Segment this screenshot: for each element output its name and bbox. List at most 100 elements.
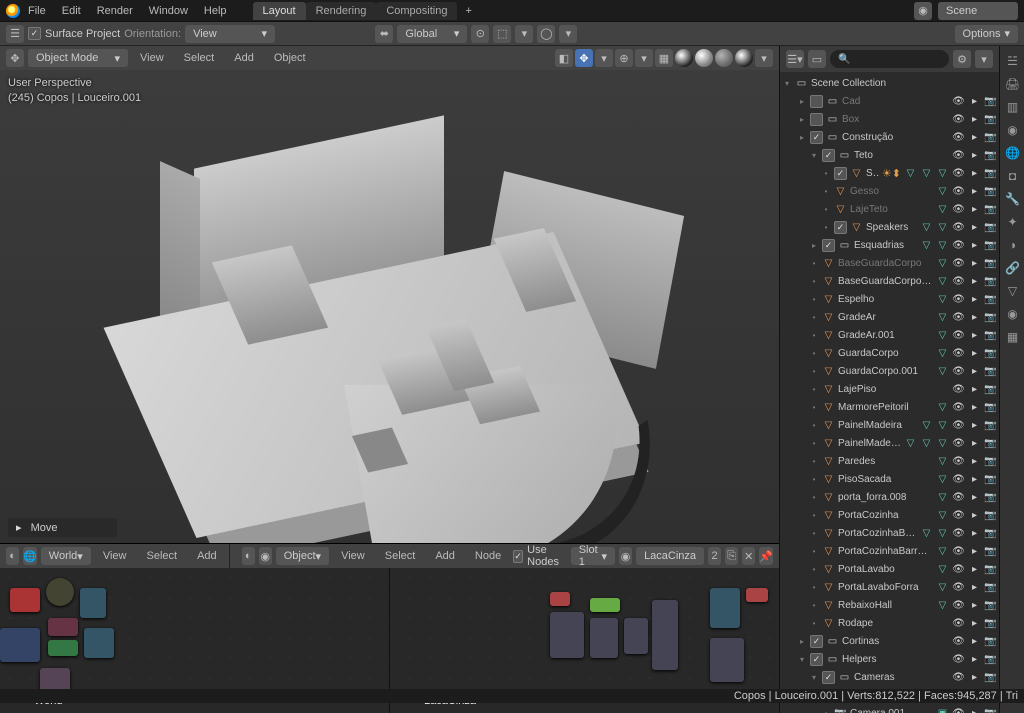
- hide-select-icon[interactable]: ▸: [968, 402, 981, 413]
- prop-tab-output[interactable]: 🖨: [1002, 73, 1023, 94]
- hide-select-icon[interactable]: ▸: [968, 636, 981, 647]
- hide-viewport-icon[interactable]: 👁: [952, 294, 965, 305]
- filter-icon[interactable]: ⚙: [953, 50, 971, 68]
- hide-viewport-icon[interactable]: 👁: [952, 258, 965, 269]
- item-name[interactable]: Teto: [854, 150, 949, 161]
- hide-select-icon[interactable]: ▸: [968, 708, 981, 713]
- disclosure-icon[interactable]: •: [809, 511, 819, 520]
- disclosure-icon[interactable]: •: [821, 223, 831, 232]
- item-name[interactable]: Paredes: [838, 456, 933, 467]
- gizmo-dropdown[interactable]: ▾: [595, 49, 613, 67]
- item-name[interactable]: PortaCozinhaBarreira: [838, 546, 933, 557]
- hide-select-icon[interactable]: ▸: [968, 456, 981, 467]
- hide-render-icon[interactable]: 📷: [984, 132, 997, 143]
- outliner-item[interactable]: • ▽ MarmorePeitoril ▽ 👁 ▸ 📷: [782, 398, 999, 416]
- mode-dropdown[interactable]: Object Mode▾: [28, 49, 128, 67]
- outliner-item[interactable]: ▾ ▭ Helpers 👁 ▸ 📷: [782, 650, 999, 668]
- item-name[interactable]: Espelho: [838, 294, 933, 305]
- hide-render-icon[interactable]: 📷: [984, 402, 997, 413]
- hide-viewport-icon[interactable]: 👁: [952, 150, 965, 161]
- material-icon[interactable]: ▽: [920, 167, 933, 180]
- disclosure-icon[interactable]: ▾: [797, 655, 807, 664]
- hide-render-icon[interactable]: 📷: [984, 348, 997, 359]
- outliner-item[interactable]: • ▽ porta_forra.008 ▽ 👁 ▸ 📷: [782, 488, 999, 506]
- disclosure-icon[interactable]: •: [809, 583, 819, 592]
- hide-select-icon[interactable]: ▸: [968, 618, 981, 629]
- hide-render-icon[interactable]: 📷: [984, 654, 997, 665]
- hide-viewport-icon[interactable]: 👁: [952, 528, 965, 539]
- item-name[interactable]: RebaixoHall: [838, 600, 933, 611]
- material-icon[interactable]: ▽: [936, 527, 949, 540]
- outliner-item[interactable]: ▸ ▭ Cortinas 👁 ▸ 📷: [782, 632, 999, 650]
- outliner-item[interactable]: • ▽ BaseGuardaCorpo ▽ 👁 ▸ 📷: [782, 254, 999, 272]
- display-mode-icon[interactable]: ▭: [808, 50, 826, 68]
- hide-viewport-icon[interactable]: 👁: [952, 276, 965, 287]
- outliner-item[interactable]: • ▽ PortaCozinha ▽ 👁 ▸ 📷: [782, 506, 999, 524]
- world-dropdown[interactable]: World▾: [41, 547, 91, 565]
- outliner-item[interactable]: • ▽ PortaCozinhaBarreira ▽ 👁 ▸ 📷: [782, 542, 999, 560]
- material-icon[interactable]: ▽: [920, 419, 933, 432]
- proportional-edit[interactable]: ◯: [537, 25, 555, 43]
- material-icon[interactable]: ▽: [936, 581, 949, 594]
- hide-render-icon[interactable]: 📷: [984, 420, 997, 431]
- hide-render-icon[interactable]: 📷: [984, 294, 997, 305]
- world-menu-view[interactable]: View: [95, 547, 135, 565]
- hide-render-icon[interactable]: 📷: [984, 672, 997, 683]
- outliner-item[interactable]: • ▽ LajePiso 👁 ▸ 📷: [782, 380, 999, 398]
- disclosure-icon[interactable]: •: [821, 709, 831, 713]
- outliner-item[interactable]: • ▽ PortaCozinhaBandeira ▽▽ 👁 ▸ 📷: [782, 524, 999, 542]
- outliner-item[interactable]: • ▽ Espelho ▽ 👁 ▸ 📷: [782, 290, 999, 308]
- item-name[interactable]: Camera.001: [850, 708, 933, 713]
- hide-render-icon[interactable]: 📷: [984, 330, 997, 341]
- hide-select-icon[interactable]: ▸: [968, 240, 981, 251]
- outliner-item[interactable]: ▸ ▭ Construção 👁 ▸ 📷: [782, 128, 999, 146]
- disclosure-icon[interactable]: •: [809, 277, 819, 286]
- prop-tab-modifier[interactable]: 🔧: [1002, 188, 1023, 209]
- item-name[interactable]: Box: [842, 114, 949, 125]
- disclosure-icon[interactable]: ▸: [797, 133, 807, 142]
- outliner-item[interactable]: ▸ ▭ Esquadrias ▽▽ 👁 ▸ 📷: [782, 236, 999, 254]
- prop-tab-render[interactable]: ☱: [1002, 50, 1023, 71]
- item-name[interactable]: MarmorePeitoril: [838, 402, 933, 413]
- hide-select-icon[interactable]: ▸: [968, 132, 981, 143]
- hide-render-icon[interactable]: 📷: [984, 474, 997, 485]
- material-users[interactable]: 2: [708, 547, 721, 565]
- hide-viewport-icon[interactable]: 👁: [952, 330, 965, 341]
- shader-menu-view[interactable]: View: [333, 547, 373, 565]
- transform-orientation[interactable]: Global▾: [397, 25, 467, 43]
- shader-menu-node[interactable]: Node: [467, 547, 509, 565]
- visibility-checkbox[interactable]: [810, 95, 823, 108]
- hide-viewport-icon[interactable]: 👁: [952, 186, 965, 197]
- outliner-item[interactable]: • ▽ PainelMadeira.001 ▽▽▽ 👁 ▸ 📷: [782, 434, 999, 452]
- hide-select-icon[interactable]: ▸: [968, 510, 981, 521]
- hide-select-icon[interactable]: ▸: [968, 654, 981, 665]
- hide-render-icon[interactable]: 📷: [984, 258, 997, 269]
- hide-select-icon[interactable]: ▸: [968, 96, 981, 107]
- prop-tab-object[interactable]: ◘: [1002, 165, 1023, 186]
- hide-select-icon[interactable]: ▸: [968, 114, 981, 125]
- material-icon[interactable]: ▽: [936, 329, 949, 342]
- outliner-item[interactable]: • ▽ LajeTeto ▽ 👁 ▸ 📷: [782, 200, 999, 218]
- hide-viewport-icon[interactable]: 👁: [952, 672, 965, 683]
- material-name-field[interactable]: LacaCinza: [636, 547, 704, 565]
- hide-render-icon[interactable]: 📷: [984, 384, 997, 395]
- material-icon[interactable]: ▽: [920, 221, 933, 234]
- material-icon[interactable]: ▽: [936, 293, 949, 306]
- item-name[interactable]: PainelMadeira.001: [838, 438, 901, 449]
- hide-select-icon[interactable]: ▸: [968, 582, 981, 593]
- material-icon[interactable]: ▽: [904, 437, 917, 450]
- workspace-tab-layout[interactable]: Layout: [253, 2, 306, 20]
- slot-dropdown[interactable]: Slot 1▾: [571, 547, 615, 565]
- prop-tab-physics[interactable]: ◑: [1002, 234, 1023, 255]
- hide-viewport-icon[interactable]: 👁: [952, 168, 965, 179]
- outliner-item[interactable]: • ▽ GuardaCorpo.001 ▽ 👁 ▸ 📷: [782, 362, 999, 380]
- outliner-item[interactable]: ▸ ▭ Cad 👁 ▸ 📷: [782, 92, 999, 110]
- hide-select-icon[interactable]: ▸: [968, 204, 981, 215]
- orientation-dropdown[interactable]: View▾: [185, 25, 275, 43]
- shader-menu-add[interactable]: Add: [427, 547, 463, 565]
- visibility-checkbox[interactable]: [810, 635, 823, 648]
- world-menu-add[interactable]: Add: [189, 547, 225, 565]
- disclosure-icon[interactable]: ▸: [809, 241, 819, 250]
- menu-help[interactable]: Help: [196, 2, 235, 20]
- hide-viewport-icon[interactable]: 👁: [952, 618, 965, 629]
